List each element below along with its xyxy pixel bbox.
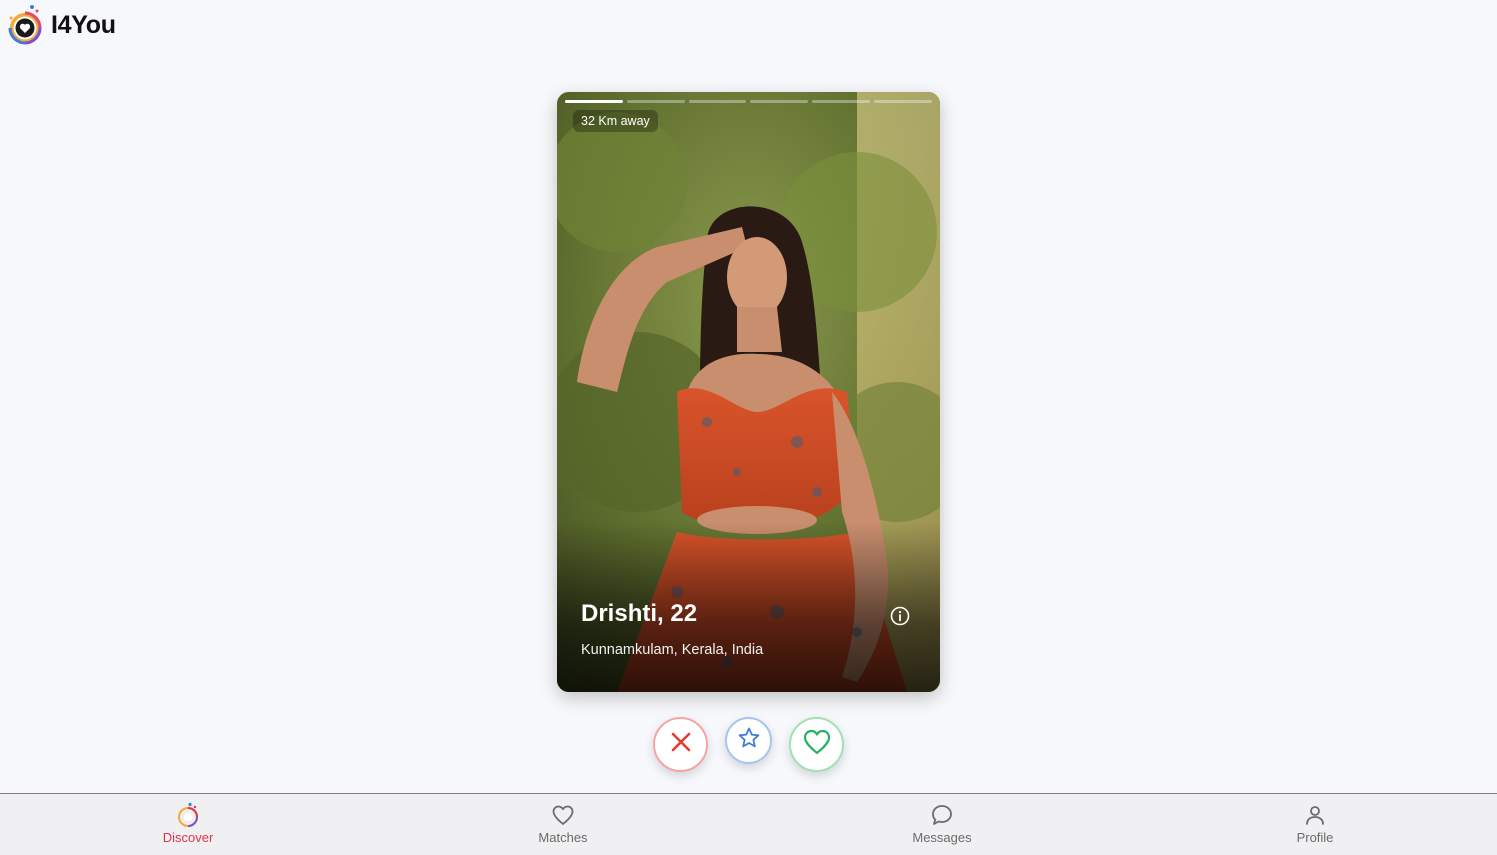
photo-progress-segment (688, 100, 747, 103)
app-name: I4You (51, 10, 116, 39)
photo-progress-segment (565, 100, 623, 103)
nav-item-messages[interactable]: Messages (882, 794, 1002, 855)
photo-progress-segment (626, 100, 685, 103)
star-icon (737, 726, 761, 755)
nav-item-matches[interactable]: Matches (503, 794, 623, 855)
nav-label: Messages (912, 830, 972, 845)
logo-heart-icon (8, 4, 44, 46)
profile-card[interactable]: 32 Km away Drishti, 22 Kunnamkulam, Kera… (557, 92, 940, 692)
photo-progress-segment (812, 100, 871, 103)
nope-button[interactable] (653, 717, 708, 772)
profile-location: Kunnamkulam, Kerala, India (581, 642, 764, 658)
info-icon[interactable] (890, 606, 910, 626)
like-button[interactable] (789, 717, 844, 772)
bottom-nav: Discover Matches Messages Profile (0, 793, 1497, 855)
nav-item-profile[interactable]: Profile (1255, 794, 1375, 855)
nav-label: Matches (538, 830, 588, 845)
profile-name-age: Drishti, 22 (581, 600, 698, 627)
user-icon (1302, 802, 1328, 828)
app-root: I4You 32 Km away Drishti, 22 Kunnamkulam… (0, 0, 1497, 855)
photo-progress (565, 100, 932, 104)
photo-progress-segment (874, 100, 932, 103)
photo-progress-segment (750, 100, 809, 103)
nav-label: Discover (162, 830, 214, 845)
distance-badge: 32 Km away (573, 110, 658, 132)
app-logo[interactable]: I4You (8, 4, 116, 46)
chat-bubble-icon (929, 802, 955, 828)
superlike-button[interactable] (725, 717, 772, 764)
close-icon (670, 731, 692, 758)
nav-label: Profile (1296, 830, 1334, 845)
discover-icon (175, 802, 201, 828)
nav-item-discover[interactable]: Discover (128, 794, 248, 855)
heart-icon (802, 728, 832, 761)
heart-outline-icon (550, 802, 576, 828)
